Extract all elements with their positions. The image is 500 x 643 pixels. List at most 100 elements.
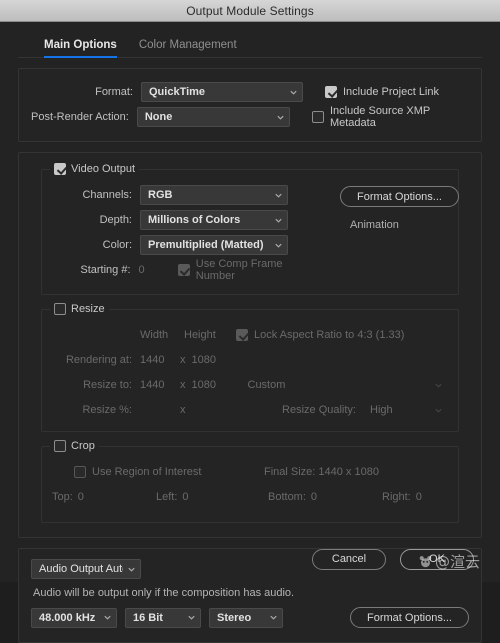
resize-legend[interactable]: Resize bbox=[50, 303, 109, 315]
format-row: Format: QuickTime Include Project Link bbox=[31, 81, 469, 103]
ok-button-label: OK bbox=[429, 553, 445, 565]
post-render-row: Post-Render Action: None Include Source … bbox=[31, 105, 469, 129]
post-render-label: Post-Render Action: bbox=[31, 111, 129, 123]
rendering-at-row: Rendering at: 1440 x 1080 bbox=[52, 349, 448, 371]
video-format-options-button[interactable]: Format Options... bbox=[340, 186, 459, 207]
resize-percent-label: Resize %: bbox=[82, 404, 132, 416]
chevron-down-icon bbox=[275, 193, 282, 198]
channels-row: Channels: RGB bbox=[52, 184, 322, 206]
checkbox-icon bbox=[236, 329, 248, 341]
crop-margins-row: Top: 0 Left: 0 Bottom: 0 Right: 0 bbox=[52, 486, 448, 508]
checkbox-icon bbox=[54, 163, 66, 175]
depth-select[interactable]: Millions of Colors bbox=[140, 210, 288, 230]
post-render-select[interactable]: None bbox=[136, 107, 290, 127]
crop-right-label: Right: bbox=[382, 491, 411, 503]
color-select[interactable]: Premultiplied (Matted) bbox=[140, 235, 288, 255]
crop-bottom-label: Bottom: bbox=[268, 491, 306, 503]
checkbox-icon bbox=[325, 86, 337, 98]
tab-main-options[interactable]: Main Options bbox=[44, 39, 117, 58]
checkbox-icon bbox=[74, 466, 86, 478]
dialog-footer: Cancel OK bbox=[0, 536, 500, 582]
audio-sample-rate-select[interactable]: 48.000 kHz bbox=[31, 607, 117, 628]
audio-note: Audio will be output only if the composi… bbox=[33, 587, 295, 599]
output-module-settings-dialog: Main Options Color Management Format: Qu… bbox=[0, 22, 500, 643]
codec-name: Animation bbox=[350, 219, 399, 231]
audio-channels-select[interactable]: Stereo bbox=[209, 607, 283, 628]
post-render-select-value: None bbox=[144, 111, 173, 123]
chevron-down-icon bbox=[435, 408, 442, 413]
resize-quality-label: Resize Quality: bbox=[282, 404, 356, 416]
crop-bottom-value[interactable]: 0 bbox=[311, 491, 317, 503]
resize-group: Resize Width Height Lock Aspect Ratio to… bbox=[41, 303, 459, 432]
resize-label: Resize bbox=[71, 303, 105, 315]
channels-select-value: RGB bbox=[148, 189, 173, 201]
window-title: Output Module Settings bbox=[186, 3, 314, 18]
video-output-group: Video Output Channels: RGB Depth: Millio… bbox=[41, 163, 459, 295]
channels-select[interactable]: RGB bbox=[140, 185, 288, 205]
multiply-symbol: x bbox=[180, 404, 186, 416]
crop-group: Crop Use Region of Interest Final Size: … bbox=[41, 440, 459, 523]
audio-settings-row: 48.000 kHz 16 Bit Stereo Format Options.… bbox=[31, 607, 469, 628]
region-of-interest-row: Use Region of Interest Final Size: 1440 … bbox=[52, 461, 448, 483]
chevron-down-icon bbox=[104, 615, 111, 620]
cancel-button[interactable]: Cancel bbox=[312, 548, 386, 570]
audio-bit-depth-value: 16 Bit bbox=[133, 611, 163, 624]
resize-preset-select[interactable]: Custom bbox=[240, 375, 449, 395]
starting-number-value[interactable]: 0 bbox=[139, 264, 178, 276]
resize-height-value[interactable]: 1080 bbox=[192, 379, 232, 391]
depth-label: Depth: bbox=[99, 214, 132, 226]
crop-left-value[interactable]: 0 bbox=[182, 491, 188, 503]
lock-aspect-ratio-checkbox[interactable]: Lock Aspect Ratio to 4:3 (1.33) bbox=[236, 329, 404, 341]
tab-color-management[interactable]: Color Management bbox=[139, 39, 237, 57]
crop-label: Crop bbox=[71, 440, 95, 452]
starting-number-row: Starting #: 0 Use Comp Frame Number bbox=[52, 258, 322, 282]
cancel-button-label: Cancel bbox=[331, 553, 367, 565]
format-select-value: QuickTime bbox=[149, 86, 206, 98]
ok-button[interactable]: OK bbox=[400, 548, 474, 570]
format-select[interactable]: QuickTime bbox=[141, 82, 303, 102]
depth-select-value: Millions of Colors bbox=[148, 214, 241, 226]
tab-bar: Main Options Color Management bbox=[18, 22, 482, 58]
rendering-height-value: 1080 bbox=[191, 354, 216, 366]
resize-quality-select[interactable]: High bbox=[362, 400, 448, 420]
crop-right-value[interactable]: 0 bbox=[416, 491, 422, 503]
window-titlebar: Output Module Settings bbox=[0, 0, 500, 22]
include-xmp-metadata-checkbox[interactable]: Include Source XMP Metadata bbox=[311, 105, 469, 129]
use-region-of-interest-label: Use Region of Interest bbox=[92, 466, 202, 478]
video-output-label: Video Output bbox=[71, 163, 136, 175]
tab-color-management-label: Color Management bbox=[138, 39, 237, 51]
audio-format-options-label: Format Options... bbox=[367, 611, 452, 624]
crop-top-value[interactable]: 0 bbox=[78, 491, 84, 503]
crop-left-label: Left: bbox=[156, 491, 178, 503]
rendering-at-label: Rendering at: bbox=[65, 354, 132, 366]
chevron-down-icon bbox=[275, 218, 282, 223]
rendering-width-value: 1440 bbox=[140, 354, 165, 366]
video-output-legend[interactable]: Video Output bbox=[50, 163, 140, 175]
use-comp-frame-number-label: Use Comp Frame Number bbox=[195, 258, 283, 282]
resize-to-label: Resize to: bbox=[83, 379, 132, 391]
depth-row: Depth: Millions of Colors bbox=[52, 209, 322, 231]
include-project-link-checkbox[interactable]: Include Project Link bbox=[325, 86, 439, 98]
audio-format-options-button[interactable]: Format Options... bbox=[350, 607, 469, 628]
audio-bit-depth-select[interactable]: 16 Bit bbox=[125, 607, 201, 628]
resize-width-value[interactable]: 1440 bbox=[140, 379, 174, 391]
audio-channels-value: Stereo bbox=[217, 611, 252, 624]
checkbox-icon bbox=[54, 440, 66, 452]
chevron-down-icon bbox=[275, 243, 282, 248]
color-select-value: Premultiplied (Matted) bbox=[148, 239, 264, 251]
resize-preset-value: Custom bbox=[247, 379, 286, 391]
channels-label: Channels: bbox=[82, 189, 132, 201]
crop-legend[interactable]: Crop bbox=[50, 440, 99, 452]
checkbox-icon bbox=[311, 111, 324, 123]
lock-aspect-ratio-label: Lock Aspect Ratio to 4:3 (1.33) bbox=[254, 329, 405, 341]
chevron-down-icon bbox=[435, 383, 442, 388]
video-output-panel: Video Output Channels: RGB Depth: Millio… bbox=[18, 152, 482, 538]
use-comp-frame-number-checkbox[interactable]: Use Comp Frame Number bbox=[177, 258, 322, 282]
starting-number-label: Starting #: bbox=[80, 264, 131, 276]
resize-header-row: Width Height Lock Aspect Ratio to 4:3 (1… bbox=[52, 324, 448, 346]
audio-sample-rate-value: 48.000 kHz bbox=[39, 611, 96, 624]
checkbox-icon bbox=[177, 264, 190, 276]
use-region-of-interest-checkbox[interactable]: Use Region of Interest bbox=[74, 466, 264, 478]
checkbox-icon bbox=[54, 303, 66, 315]
color-row: Color: Premultiplied (Matted) bbox=[52, 234, 322, 256]
